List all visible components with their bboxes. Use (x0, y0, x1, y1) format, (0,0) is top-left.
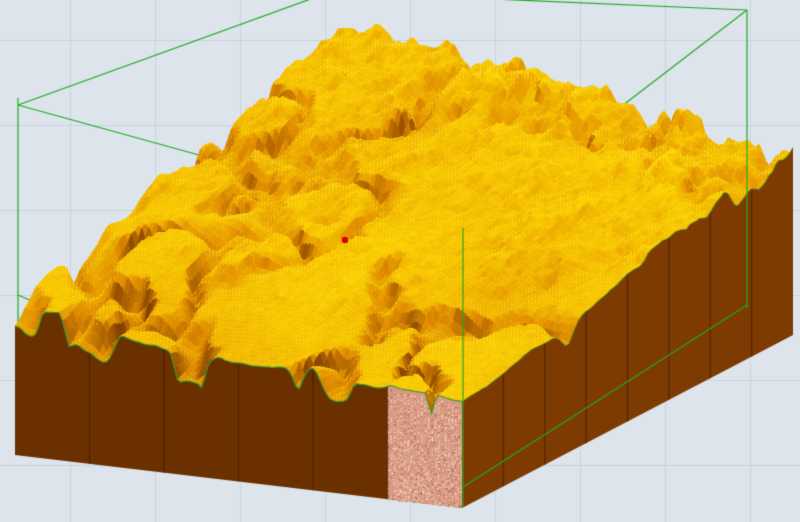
viewport-canvas[interactable] (0, 0, 800, 522)
3d-viewport (0, 0, 800, 522)
